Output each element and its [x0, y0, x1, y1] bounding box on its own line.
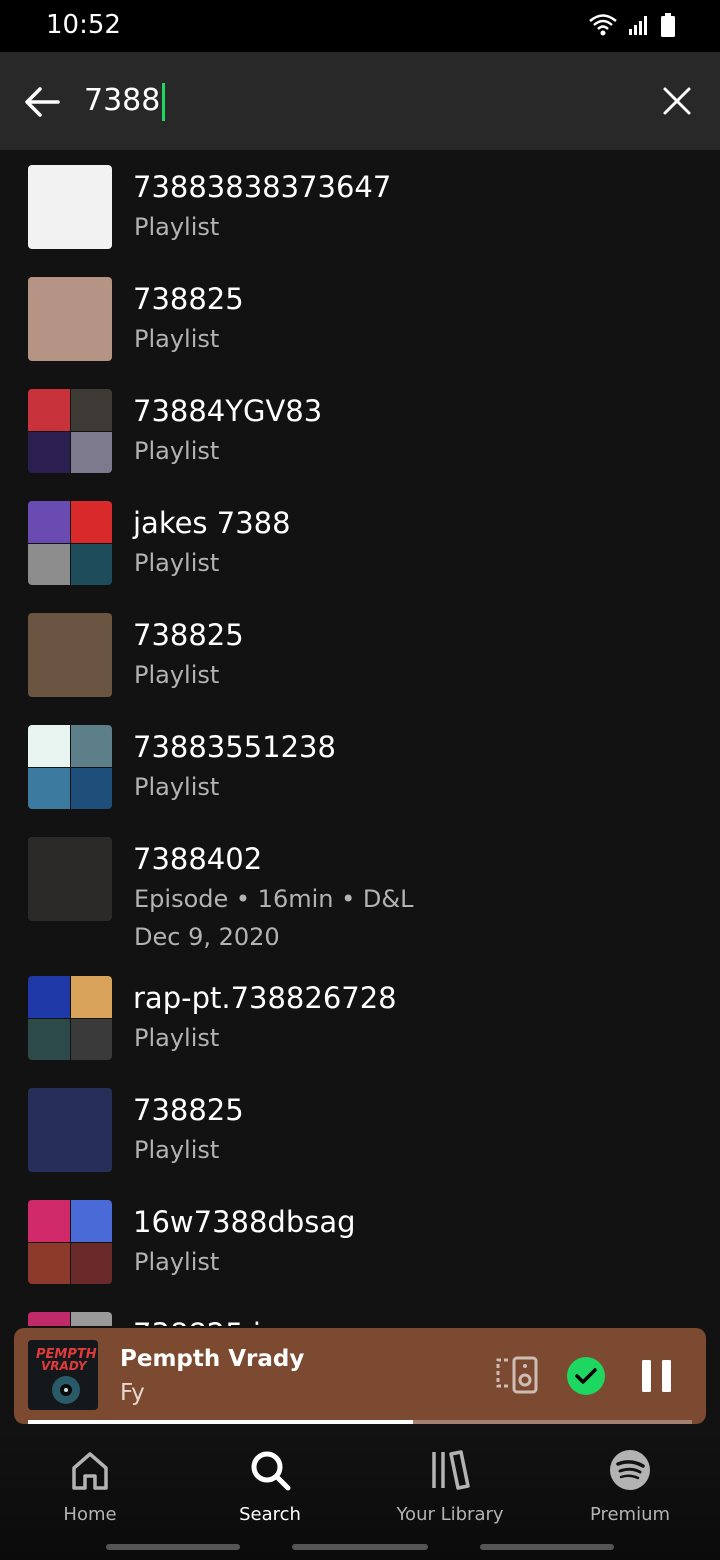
result-cover-image — [28, 1200, 112, 1284]
nav-search-label: Search — [239, 1504, 301, 1525]
search-result-row[interactable]: 7388402 Episode • 16min • D&L Dec 9, 2020 — [0, 836, 720, 966]
now-playing-title: Pempth Vrady — [120, 1346, 305, 1372]
result-cover-image — [28, 1312, 112, 1326]
result-date: Dec 9, 2020 — [134, 923, 280, 951]
result-cover-image — [28, 613, 112, 697]
search-query: 7388 — [84, 83, 161, 118]
wifi-icon — [589, 14, 617, 36]
clear-search-icon[interactable] — [662, 86, 692, 116]
pause-icon[interactable] — [640, 1358, 674, 1394]
now-playing-cover: PEMPTH VRADY — [28, 1340, 98, 1410]
result-subtitle: Episode • 16min • D&L — [134, 885, 414, 913]
search-result-row[interactable]: rap-pt.738826728 Playlist — [0, 975, 720, 1075]
result-title: 738825 — [133, 618, 244, 652]
result-title: 73883838373647 — [133, 170, 392, 204]
gesture-bar-right — [480, 1544, 614, 1550]
result-subtitle: Playlist — [134, 549, 220, 577]
result-cover-image — [28, 976, 112, 1060]
search-result-row[interactable]: 73883838373647 Playlist — [0, 164, 720, 264]
nav-library-label: Your Library — [396, 1504, 504, 1525]
spotify-logo-icon — [610, 1450, 650, 1490]
result-subtitle: Playlist — [134, 437, 220, 465]
search-header: 7388 — [0, 52, 720, 150]
result-title: 73884YGV83 — [133, 394, 323, 428]
result-cover-image — [28, 165, 112, 249]
search-result-row[interactable]: 738825 Playlist — [0, 1087, 720, 1187]
result-cover-image — [28, 277, 112, 361]
status-bar: 10:52 — [0, 0, 720, 52]
back-arrow-icon[interactable] — [22, 82, 62, 122]
result-title: rap-pt.738826728 — [133, 981, 397, 1015]
result-title: 738825 — [133, 1093, 244, 1127]
result-subtitle: Playlist — [134, 1248, 220, 1276]
search-result-row[interactable]: 738825 Playlist — [0, 276, 720, 376]
result-title: 7388402 — [133, 842, 263, 876]
status-time: 10:52 — [46, 10, 121, 40]
battery-icon — [661, 13, 675, 37]
mini-player[interactable]: PEMPTH VRADY Pempth Vrady Fy — [14, 1328, 706, 1424]
result-subtitle: Playlist — [134, 325, 220, 353]
liked-check-icon[interactable] — [566, 1356, 606, 1396]
result-cover-image — [28, 501, 112, 585]
result-cover-image — [28, 725, 112, 809]
result-title: jakes 7388 — [133, 506, 291, 540]
result-cover-image — [28, 389, 112, 473]
result-subtitle: Playlist — [134, 1136, 220, 1164]
search-result-row[interactable]: 73884YGV83 Playlist — [0, 388, 720, 488]
svg-text:VRADY: VRADY — [41, 1359, 88, 1373]
result-cover-image — [28, 1088, 112, 1172]
result-title: 16w7388dbsag — [133, 1205, 356, 1239]
gesture-bar-left — [106, 1544, 240, 1550]
signal-icon — [629, 16, 647, 35]
result-title: 738825 i... — [133, 1317, 289, 1326]
home-icon — [72, 1452, 108, 1490]
result-subtitle: Playlist — [134, 773, 220, 801]
result-title: 73883551238 — [133, 730, 336, 764]
nav-search[interactable]: Search — [180, 1448, 360, 1548]
text-caret — [162, 82, 166, 121]
now-playing-artist: Fy — [120, 1380, 145, 1406]
result-cover-image — [28, 837, 112, 921]
nav-home-label: Home — [63, 1504, 117, 1525]
search-result-row[interactable]: jakes 7388 Playlist — [0, 500, 720, 600]
search-results-list: 73883838373647 Playlist 738825 Playlist 7388… — [0, 150, 720, 1326]
search-result-row[interactable]: 16w7388dbsag Playlist — [0, 1199, 720, 1299]
connect-device-icon[interactable] — [494, 1356, 540, 1396]
search-result-row[interactable]: 738825 i... — [0, 1311, 720, 1326]
search-result-row[interactable]: 738825 Playlist — [0, 612, 720, 712]
search-input[interactable]: 7388 — [84, 80, 166, 122]
nav-library[interactable]: Your Library — [360, 1448, 540, 1548]
gesture-bar-middle — [292, 1544, 428, 1550]
result-subtitle: Playlist — [134, 661, 220, 689]
nav-premium[interactable]: Premium — [540, 1448, 720, 1548]
search-result-row[interactable]: 73883551238 Playlist — [0, 724, 720, 824]
library-icon — [432, 1450, 470, 1490]
nav-premium-label: Premium — [589, 1504, 671, 1525]
bottom-nav: Home Search Your Library Premium — [0, 1424, 720, 1560]
result-title: 738825 — [133, 282, 244, 316]
status-icons — [588, 12, 676, 38]
result-subtitle: Playlist — [134, 1024, 220, 1052]
result-subtitle: Playlist — [134, 213, 220, 241]
search-icon — [251, 1451, 291, 1491]
nav-home[interactable]: Home — [0, 1448, 180, 1548]
